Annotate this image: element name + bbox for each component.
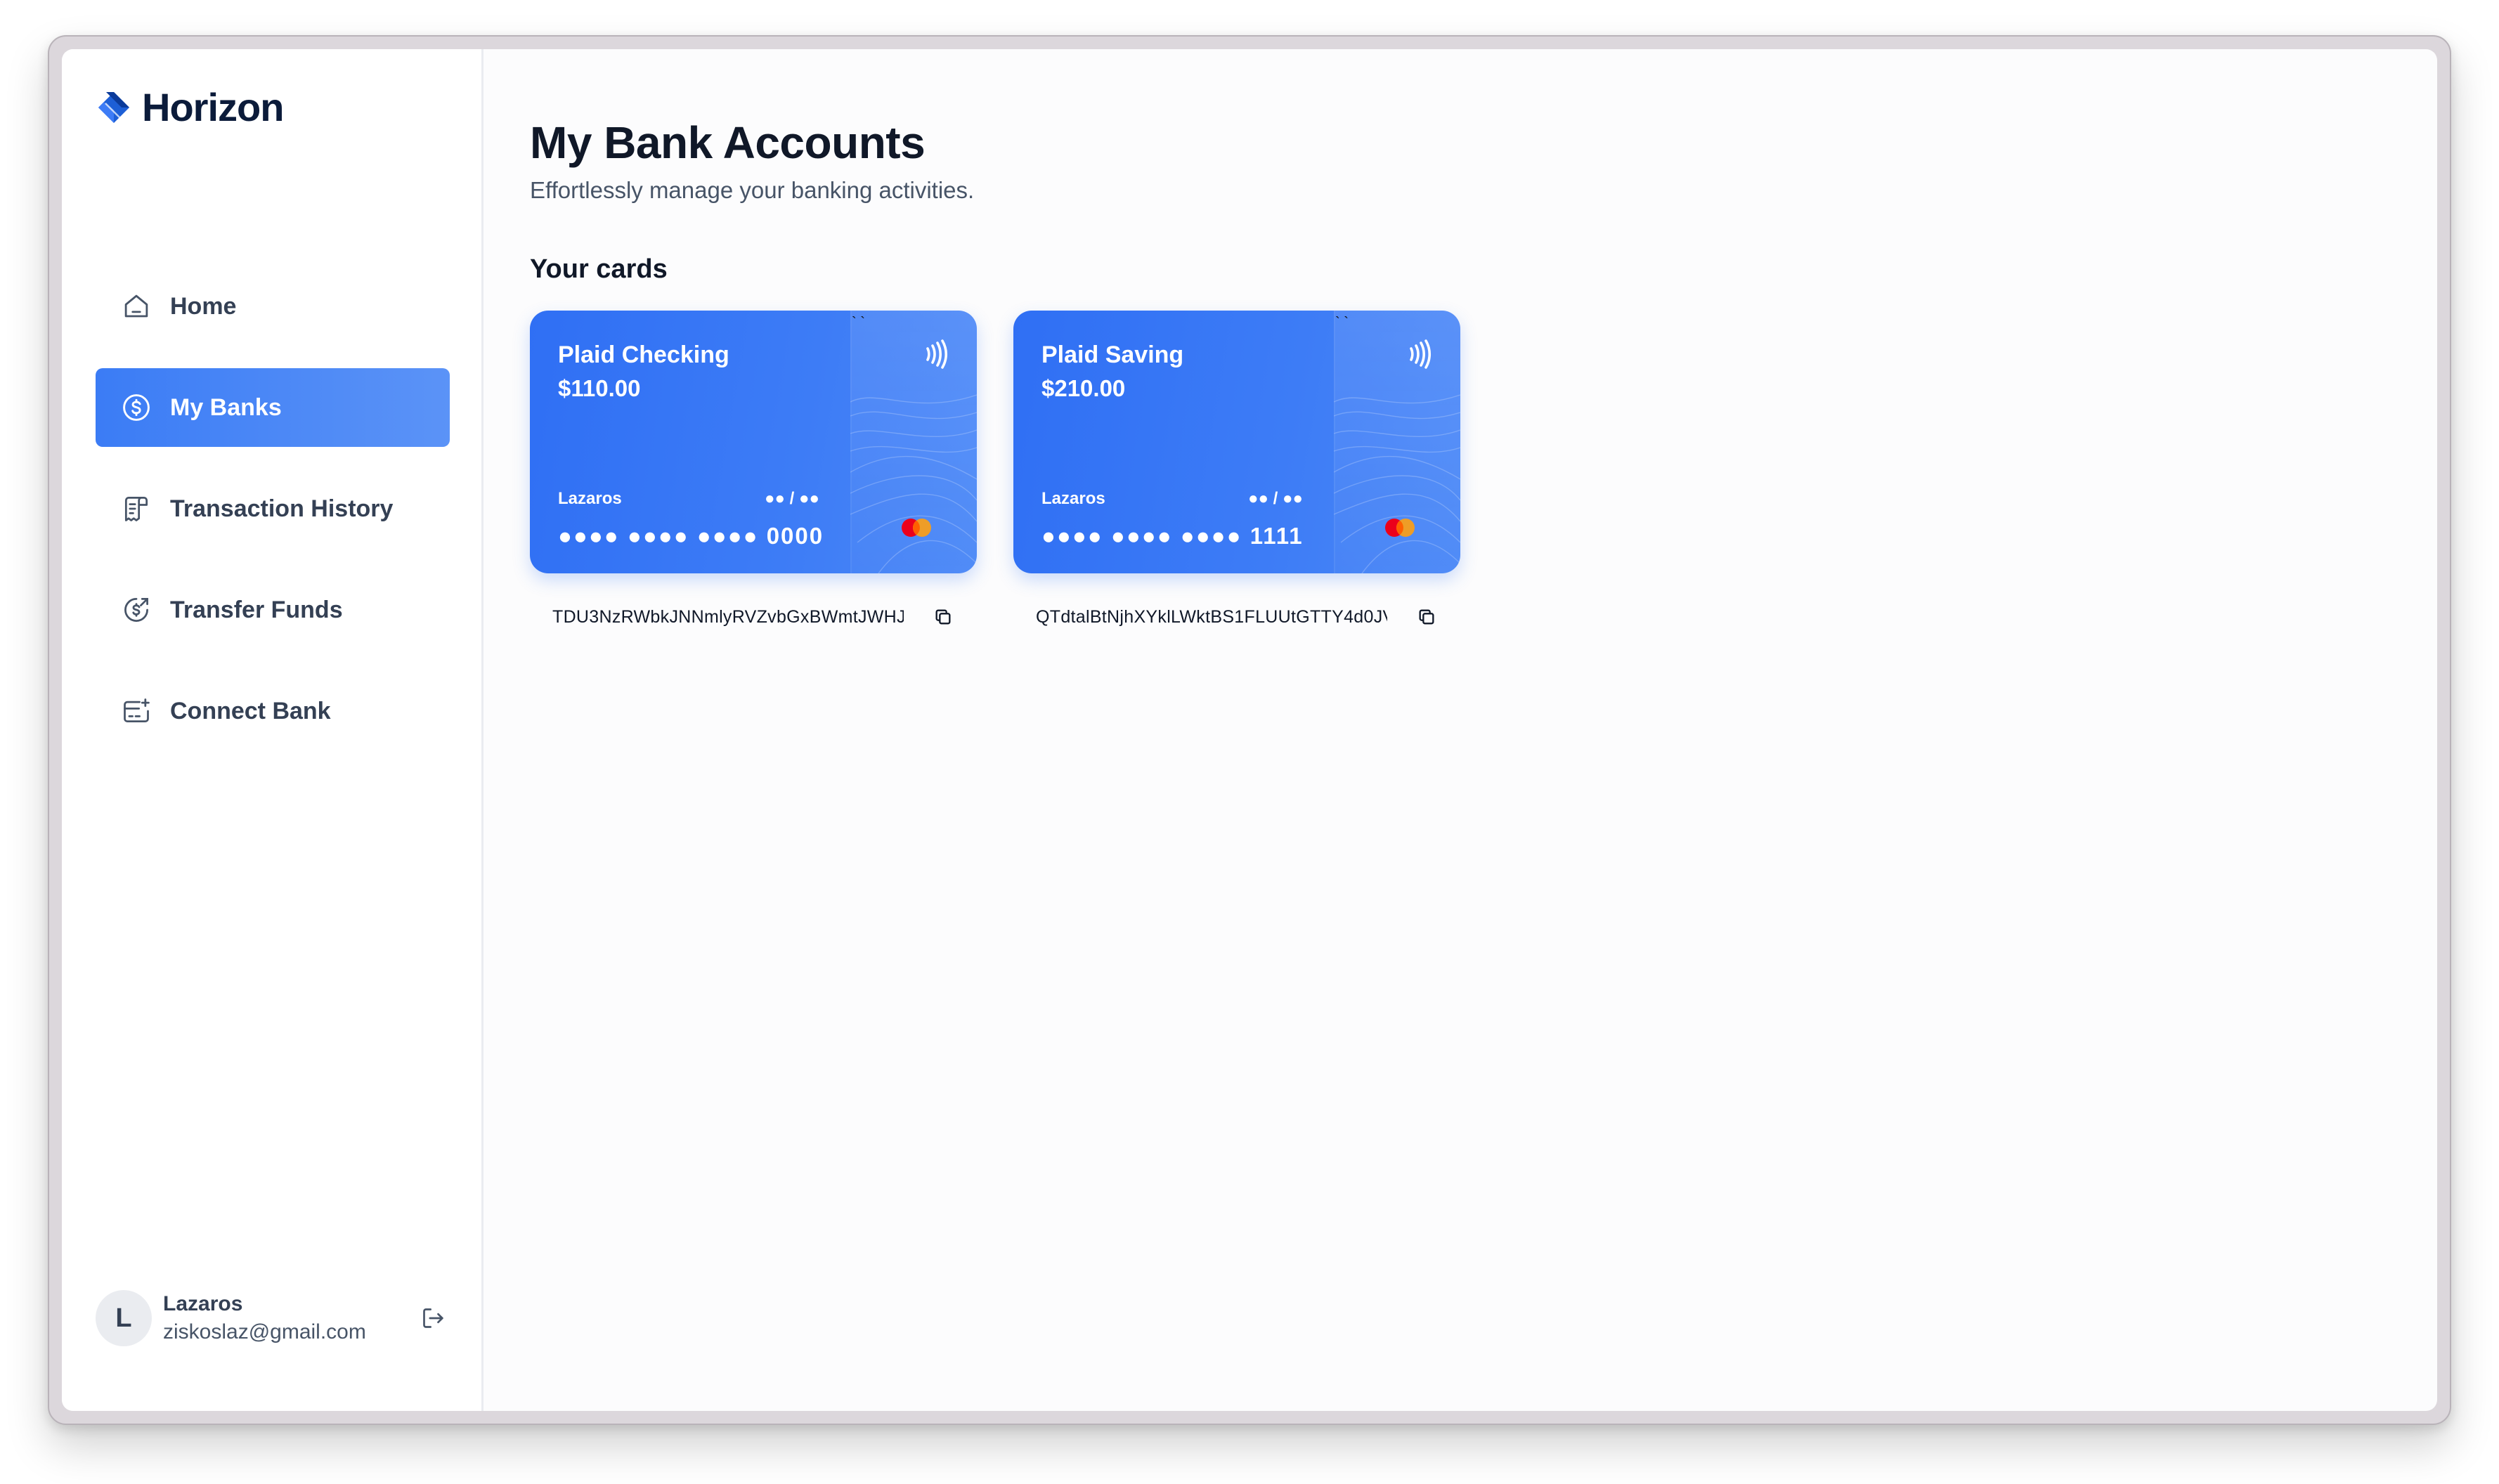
bank-card-item: ` ` Plaid Checking $110.00 Lazaros ●● / … <box>530 311 977 628</box>
user-name: Lazaros <box>163 1292 243 1315</box>
card-lines-pattern <box>1334 394 1460 573</box>
card-share-row: QTdtalBtNjhXYklLWktBS1FLUUtGTTY4d0JV <box>1013 606 1460 628</box>
user-footer: L Lazaros ziskoslaz@gmail.com <box>96 1290 450 1346</box>
dollar-circle-icon <box>119 391 153 424</box>
sidebar-item-label: Home <box>170 292 237 320</box>
sidebar-item-my-banks[interactable]: My Banks <box>96 368 450 447</box>
logout-button[interactable] <box>416 1301 450 1335</box>
copy-icon <box>1419 609 1434 625</box>
horizon-logo-icon <box>98 91 129 123</box>
card-ticks: ` ` <box>852 315 865 330</box>
sidebar-item-label: Connect Bank <box>170 697 331 724</box>
card-lines-pattern <box>850 394 977 573</box>
money-send-icon <box>119 593 153 627</box>
mastercard-icon <box>1385 519 1415 537</box>
mastercard-icon <box>902 519 931 537</box>
sidebar-item-transaction-history[interactable]: Transaction History <box>96 469 450 548</box>
card-balance: $210.00 <box>1041 375 1126 401</box>
sidebar: Horizon Home My Banks Transaction Histor… <box>62 49 483 1411</box>
sidebar-item-label: My Banks <box>170 393 282 421</box>
copy-icon <box>935 609 951 625</box>
card-share-row: TDU3NzRWbkJNNmlyRVZvbGxBWmtJWHJ <box>530 606 977 628</box>
card-owner: Lazaros <box>1041 489 1105 508</box>
section-title: Your cards <box>530 254 668 284</box>
bank-card[interactable]: ` ` Plaid Checking $110.00 Lazaros ●● / … <box>530 311 977 573</box>
user-info: Lazaros ziskoslaz@gmail.com <box>163 1292 416 1344</box>
card-ticks: ` ` <box>1335 315 1349 330</box>
card-expiry: ●● / ●● <box>1248 489 1303 508</box>
card-bank-name: Plaid Checking <box>558 341 729 368</box>
card-owner: Lazaros <box>558 489 622 508</box>
sidebar-item-label: Transfer Funds <box>170 596 343 623</box>
page-subtitle: Effortlessly manage your banking activit… <box>530 177 975 203</box>
sidebar-nav: Home My Banks Transaction History Transf… <box>96 267 450 773</box>
sidebar-item-label: Transaction History <box>170 495 394 522</box>
logout-icon <box>423 1308 443 1328</box>
card-expiry: ●● / ●● <box>765 489 819 508</box>
logo[interactable]: Horizon <box>96 84 284 130</box>
card-bank-name: Plaid Saving <box>1041 341 1184 368</box>
card-number: ●●●● ●●●● ●●●● 1111 <box>1041 523 1304 549</box>
main-content: My Bank Accounts Effortlessly manage you… <box>483 49 2437 1411</box>
home-icon <box>119 289 153 323</box>
user-email: ziskoslaz@gmail.com <box>163 1320 366 1343</box>
bank-card[interactable]: ` ` Plaid Saving $210.00 Lazaros ●● / ●●… <box>1013 311 1460 573</box>
copy-button[interactable] <box>1415 606 1438 628</box>
app-window: Horizon Home My Banks Transaction Histor… <box>62 49 2437 1411</box>
sidebar-item-home[interactable]: Home <box>96 267 450 346</box>
card-add-icon <box>119 694 153 728</box>
sidebar-item-connect-bank[interactable]: Connect Bank <box>96 672 450 750</box>
sidebar-item-transfer-funds[interactable]: Transfer Funds <box>96 571 450 649</box>
card-share-id: TDU3NzRWbkJNNmlyRVZvbGxBWmtJWHJ <box>552 606 904 627</box>
contactless-icon <box>926 339 948 369</box>
page-title: My Bank Accounts <box>530 117 926 168</box>
card-share-id: QTdtalBtNjhXYklLWktBS1FLUUtGTTY4d0JV <box>1036 606 1387 627</box>
app-name: Horizon <box>142 85 284 129</box>
bank-card-item: ` ` Plaid Saving $210.00 Lazaros ●● / ●●… <box>1013 311 1460 628</box>
avatar[interactable]: L <box>96 1290 152 1346</box>
copy-button[interactable] <box>932 606 954 628</box>
card-balance: $110.00 <box>558 375 641 401</box>
receipt-icon <box>119 492 153 526</box>
card-number: ●●●● ●●●● ●●●● 0000 <box>558 523 824 549</box>
contactless-icon <box>1410 339 1432 369</box>
